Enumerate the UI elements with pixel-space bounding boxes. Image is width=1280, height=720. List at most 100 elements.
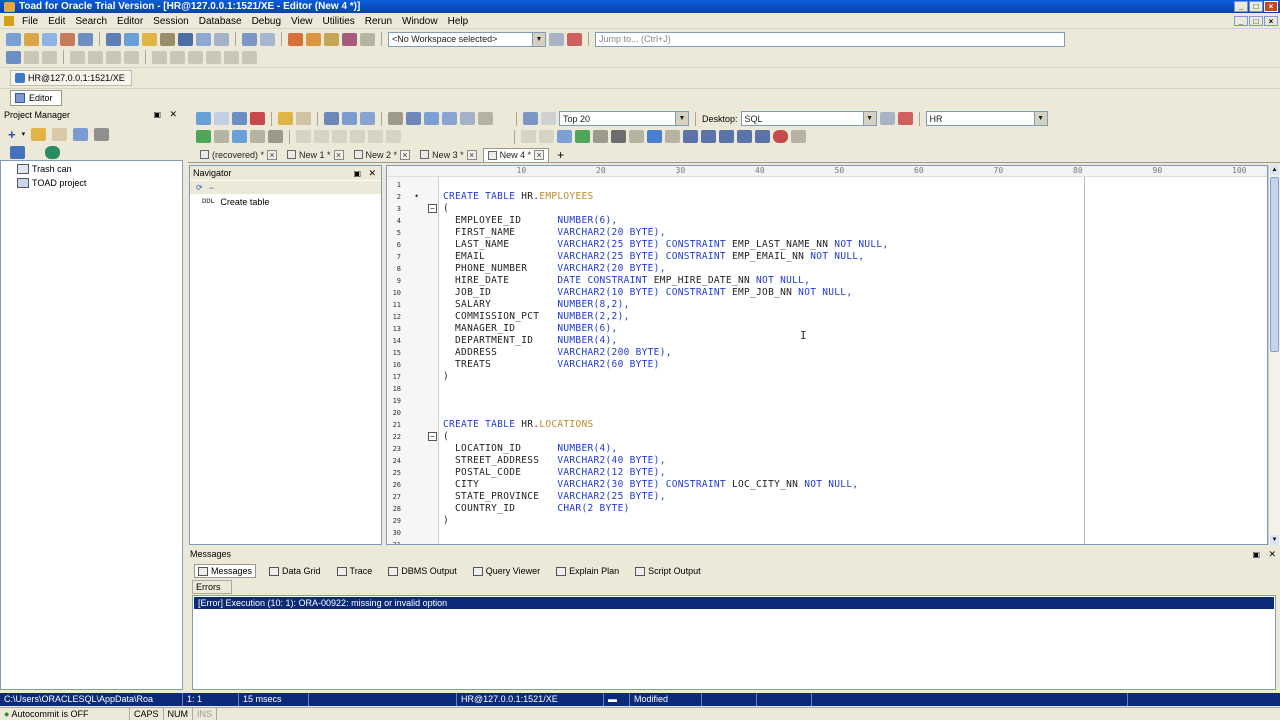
- paste-icon[interactable]: [442, 112, 457, 125]
- code-line[interactable]: EMPLOYEE_ID NUMBER(6),: [443, 215, 618, 227]
- add-tab-icon[interactable]: +: [557, 148, 564, 162]
- save-icon[interactable]: [73, 127, 89, 141]
- sql-editor-icon[interactable]: [6, 32, 21, 46]
- code-line[interactable]: PHONE_NUMBER VARCHAR2(20 BYTE),: [443, 263, 666, 275]
- code-line[interactable]: POSTAL_CODE VARCHAR2(12 BYTE),: [443, 467, 666, 479]
- lowercase-icon[interactable]: [701, 130, 716, 143]
- menu-rerun[interactable]: Rerun: [360, 16, 397, 27]
- debug-icon-2[interactable]: [314, 130, 329, 143]
- close-icon[interactable]: ✕: [1268, 548, 1276, 561]
- toolbar-icon-l[interactable]: [224, 50, 239, 64]
- code-line[interactable]: COUNTRY_ID CHAR(2 BYTE): [443, 503, 630, 515]
- tab-new-1[interactable]: New 1 * ×: [283, 148, 348, 162]
- chevron-down-icon[interactable]: ▾: [22, 130, 26, 138]
- find-icon[interactable]: [611, 130, 626, 143]
- minimize-button[interactable]: _: [1234, 1, 1248, 12]
- desktop-save-icon[interactable]: [879, 112, 895, 125]
- collapse-block-icon[interactable]: −: [428, 204, 437, 213]
- toolbar-icon-f[interactable]: [106, 50, 121, 64]
- editor-window-tab[interactable]: Editor: [10, 89, 62, 106]
- menu-help[interactable]: Help: [443, 16, 474, 27]
- rollback-icon[interactable]: [306, 32, 321, 46]
- disconnect-icon[interactable]: [342, 32, 357, 46]
- code-line[interactable]: ADDRESS VARCHAR2(200 BYTE),: [443, 347, 672, 359]
- menu-debug[interactable]: Debug: [247, 16, 286, 27]
- debug-icon-5[interactable]: [368, 130, 383, 143]
- tab-new-3[interactable]: New 3 * ×: [416, 148, 481, 162]
- tab-new-4[interactable]: New 4 * ×: [482, 147, 550, 162]
- folder-icon[interactable]: [142, 32, 157, 46]
- window-icon[interactable]: [106, 32, 121, 46]
- close-icon[interactable]: ✕: [368, 166, 376, 180]
- clear-icon[interactable]: [250, 112, 265, 125]
- import-icon[interactable]: [260, 32, 275, 46]
- tree-item-trash[interactable]: Trash can: [17, 164, 72, 174]
- redo-icon[interactable]: [478, 112, 493, 125]
- comment-icon[interactable]: [755, 130, 770, 143]
- top-n-select[interactable]: Top 20 ▼: [559, 111, 689, 126]
- scroll-up-icon[interactable]: ▲: [1270, 165, 1279, 175]
- scroll-down-icon[interactable]: ▼: [1270, 535, 1279, 545]
- tab-new-2[interactable]: New 2 * ×: [350, 148, 415, 162]
- code-line[interactable]: FIRST_NAME VARCHAR2(20 BYTE),: [443, 227, 666, 239]
- folder-icon[interactable]: [31, 127, 47, 141]
- pin-icon[interactable]: ▣: [1252, 548, 1260, 561]
- code-line[interactable]: DEPARTMENT_ID NUMBER(4),: [443, 335, 618, 347]
- workspace-delete-icon[interactable]: [567, 32, 582, 46]
- code-line[interactable]: STREET_ADDRESS VARCHAR2(40 BYTE),: [443, 455, 666, 467]
- pin-icon[interactable]: ▣: [353, 167, 361, 181]
- tab-close-icon[interactable]: ×: [400, 149, 411, 160]
- project-manager-icon[interactable]: [78, 32, 93, 46]
- code-line[interactable]: SALARY NUMBER(8,2),: [443, 299, 630, 311]
- code-line[interactable]: CITY VARCHAR2(30 BYTE) CONSTRAINT LOC_CI…: [443, 479, 858, 491]
- tab-close-icon[interactable]: ×: [333, 149, 344, 160]
- tree-item-project[interactable]: TOAD project: [17, 178, 86, 188]
- mdi-restore-button[interactable]: □: [1249, 16, 1263, 26]
- session-browser-icon[interactable]: [42, 32, 57, 46]
- tab-explain-plan[interactable]: Explain Plan: [553, 564, 622, 578]
- stop-record-icon[interactable]: [773, 130, 788, 143]
- undo-icon[interactable]: [460, 112, 475, 125]
- tab-trace[interactable]: Trace: [334, 564, 376, 578]
- options-icon[interactable]: [60, 32, 75, 46]
- mdi-minimize-button[interactable]: _: [1234, 16, 1248, 26]
- add-icon[interactable]: +: [8, 127, 16, 142]
- toolbar-icon-e[interactable]: [88, 50, 103, 64]
- close-icon[interactable]: ✕: [169, 109, 177, 120]
- toolbar-icon-g[interactable]: [124, 50, 139, 64]
- scroll-thumb[interactable]: [1270, 177, 1279, 352]
- watch-icon[interactable]: [539, 130, 554, 143]
- close-button[interactable]: ×: [1264, 1, 1278, 12]
- step-icon[interactable]: [214, 130, 229, 143]
- code-line[interactable]: COMMISSION_PCT NUMBER(2,2),: [443, 311, 630, 323]
- tab-data-grid[interactable]: Data Grid: [266, 564, 324, 578]
- code-line[interactable]: CREATE TABLE HR.LOCATIONS: [443, 419, 594, 431]
- mdi-close-button[interactable]: ×: [1264, 16, 1278, 26]
- code-line[interactable]: STATE_PROVINCE VARCHAR2(25 BYTE),: [443, 491, 666, 503]
- limit-rows-icon[interactable]: [541, 112, 556, 125]
- outdent-icon[interactable]: [737, 130, 752, 143]
- app-menu-icon[interactable]: [4, 16, 14, 26]
- desktop-delete-icon[interactable]: [897, 112, 913, 125]
- debug-icon-3[interactable]: [332, 130, 347, 143]
- menu-file[interactable]: File: [17, 16, 43, 27]
- layout-icon[interactable]: [196, 32, 211, 46]
- pin-icon[interactable]: ▣: [153, 110, 161, 119]
- open-icon[interactable]: [278, 112, 293, 125]
- workspace-save-icon[interactable]: [549, 32, 564, 46]
- menu-edit[interactable]: Edit: [43, 16, 70, 27]
- tab-close-icon[interactable]: ×: [466, 149, 477, 160]
- code-line[interactable]: (: [443, 203, 449, 215]
- tree-view-icon[interactable]: [10, 145, 25, 159]
- cut-icon[interactable]: [406, 112, 421, 125]
- navigator-item[interactable]: DDL Create table: [202, 197, 269, 207]
- compare-icon[interactable]: [557, 130, 572, 143]
- tools-icon[interactable]: [160, 32, 175, 46]
- save-icon[interactable]: [324, 112, 339, 125]
- refresh-icon[interactable]: [178, 32, 193, 46]
- check-icon[interactable]: [575, 130, 590, 143]
- desktop-select[interactable]: SQL ▼: [740, 111, 877, 126]
- menu-editor[interactable]: Editor: [112, 16, 148, 27]
- toolbar-icon-d[interactable]: [70, 50, 85, 64]
- execute-icon[interactable]: [196, 112, 211, 125]
